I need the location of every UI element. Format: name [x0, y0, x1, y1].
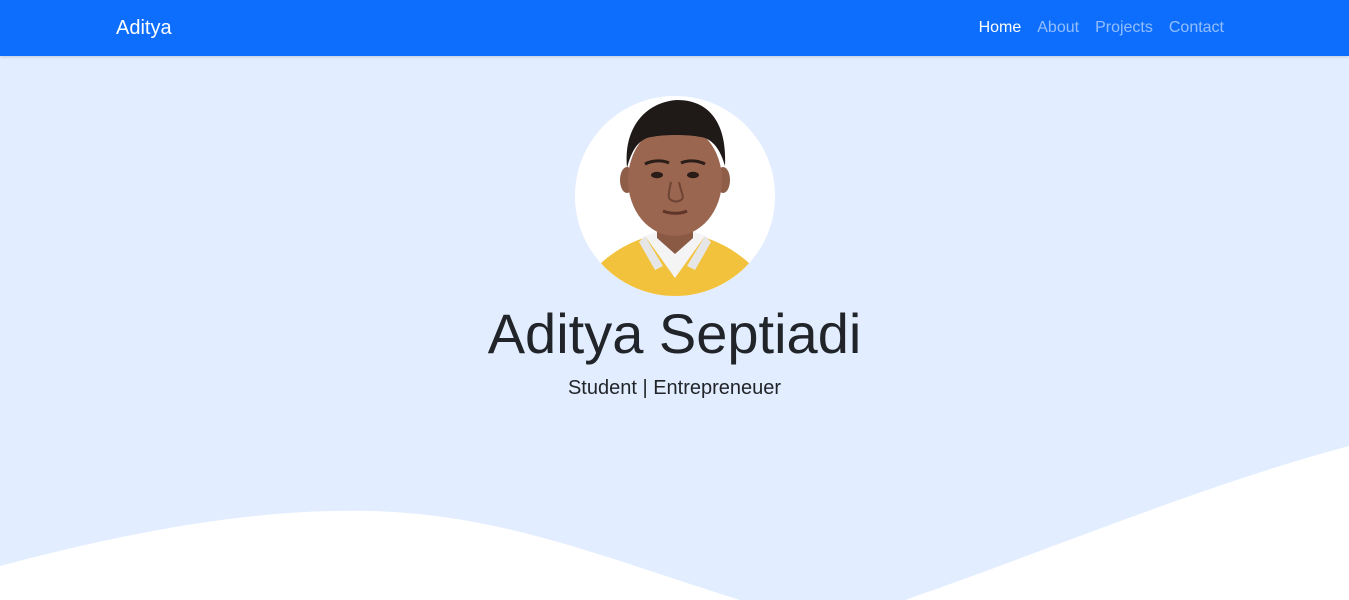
hero-section: Aditya Septiadi Student | Entrepreneuer	[0, 56, 1349, 600]
nav-link-contact[interactable]: Contact	[1161, 17, 1224, 39]
profile-avatar	[575, 96, 775, 296]
nav-links: Home About Projects Contact	[971, 17, 1224, 39]
hero-name: Aditya Septiadi	[487, 302, 862, 365]
profile-photo-icon	[575, 96, 775, 296]
hero-subtitle: Student | Entrepreneuer	[567, 377, 782, 399]
nav-link-about[interactable]: About	[1029, 17, 1087, 39]
navbar-brand[interactable]: Aditya	[116, 15, 172, 41]
navbar: Aditya Home About Projects Contact	[0, 0, 1349, 56]
nav-link-projects[interactable]: Projects	[1087, 17, 1161, 39]
nav-link-home[interactable]: Home	[971, 17, 1030, 39]
